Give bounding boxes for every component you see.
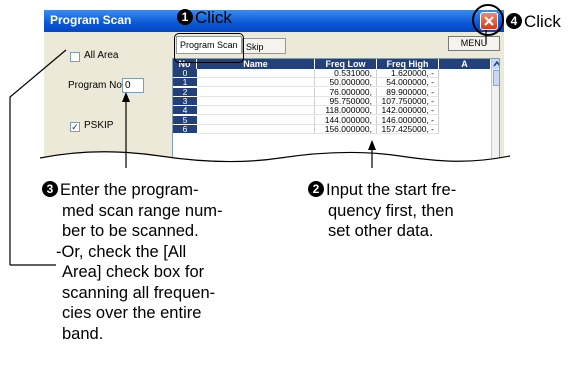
step1-number: 1 (177, 9, 193, 25)
step3-line3: ber to be scanned. (62, 222, 199, 240)
step2-line3: set other data. (328, 222, 434, 240)
step3-line2: med scan range num- (62, 201, 223, 220)
callout-step3: 3 Enter the program- med scan range num- … (42, 180, 302, 344)
step1-text: Click (195, 8, 232, 27)
step3-line4: -Or, check the [All (56, 242, 187, 261)
callout-step2: 2 Input the start fre- quency first, then… (308, 180, 578, 242)
step3-line6: scanning all frequen- (62, 283, 216, 302)
step2-line2: quency first, then (328, 201, 454, 220)
step3-line5: Area] check box for (62, 263, 205, 281)
step2-line1: Input the start fre- (326, 181, 457, 199)
step3-line8: band. (62, 324, 104, 343)
step4-number: 4 (506, 13, 522, 29)
step3-line1: Enter the program- (60, 181, 199, 199)
step2-number: 2 (308, 181, 324, 197)
step4-text: Click (524, 12, 561, 31)
callout-step4: 4 Click (506, 12, 561, 33)
step3-line7: cies over the entire (62, 304, 202, 322)
step3-number: 3 (42, 181, 58, 197)
callout-step1: 1 Click (177, 8, 232, 29)
